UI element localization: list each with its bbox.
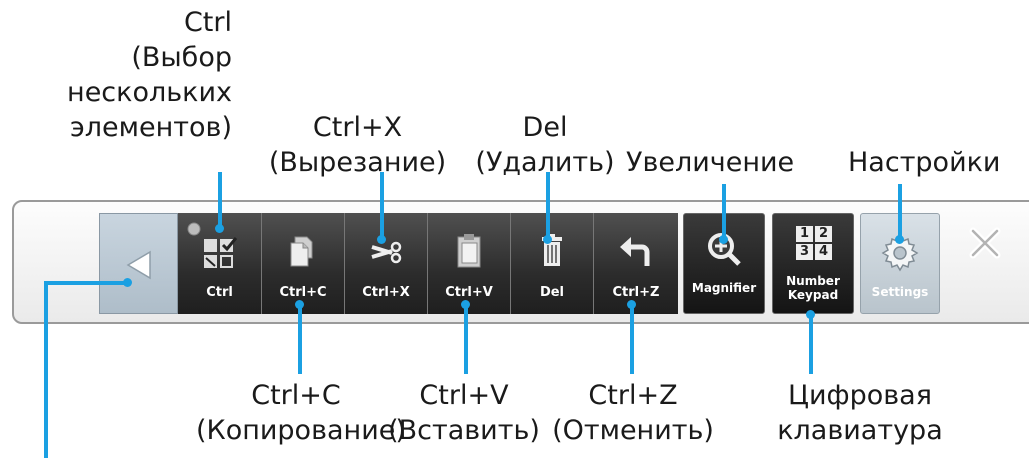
leader-dot-collapse [123, 278, 132, 287]
leader-collapse-horizontal [44, 281, 128, 285]
copy-key-label: Ctrl+C [279, 285, 327, 300]
close-icon[interactable] [968, 226, 1002, 260]
leader-dot-ctrl [215, 224, 224, 233]
scissors-icon [371, 241, 402, 264]
callout-ctrl: Ctrl (Выбор нескольких элементов) [67, 7, 232, 143]
trash-icon [542, 234, 562, 266]
number-keypad-button[interactable]: 1 2 3 4 Number Keypad [772, 213, 854, 314]
leader-ctrl-z [630, 304, 634, 374]
leader-dot-settings [895, 235, 904, 244]
multi-select-icon [203, 237, 237, 268]
leader-del [546, 172, 550, 240]
undo-icon [620, 237, 650, 266]
callout-ctrl-z: Ctrl+Z (Отменить) [552, 380, 714, 446]
undo-key-label: Ctrl+Z [612, 285, 660, 300]
leader-ctrl-c [298, 304, 302, 374]
leader-keypad [809, 314, 813, 374]
delete-key-label: Del [539, 285, 565, 300]
leader-settings [898, 184, 902, 240]
leader-dot-ctrl-x [377, 235, 386, 244]
callout-settings: Настройки [848, 147, 1001, 178]
triangle-left-icon [126, 250, 151, 280]
leader-dot-magnifier [719, 235, 728, 244]
cut-key-label: Ctrl+X [362, 285, 410, 300]
copy-icon [290, 236, 313, 267]
settings-label: Settings [871, 285, 929, 299]
keypad-label-2: Keypad [787, 288, 839, 302]
paste-key[interactable]: Ctrl+V [428, 213, 511, 314]
callout-magnifier: Увеличение [626, 147, 795, 178]
leader-magnifier [722, 184, 726, 240]
copy-key[interactable]: Ctrl+C [262, 213, 345, 314]
keypad-label-1: Number [786, 274, 840, 288]
leader-collapse-vertical [44, 281, 48, 458]
paste-icon [457, 234, 481, 268]
leader-ctrl-v [464, 304, 468, 374]
leader-dot-ctrl-c [295, 300, 304, 309]
callout-del: Del (Удалить) [475, 112, 615, 178]
leader-dot-del [543, 235, 552, 244]
keypad-grid-icon: 1 2 3 4 [796, 226, 832, 260]
leader-ctrl-x [380, 172, 384, 240]
callout-ctrl-v: Ctrl+V (Вставить) [388, 380, 540, 446]
collapse-button[interactable] [99, 213, 178, 314]
ctrl-key-label: Ctrl [206, 285, 233, 300]
delete-key[interactable]: Del [511, 213, 594, 314]
leader-dot-ctrl-z [627, 300, 636, 309]
undo-key[interactable]: Ctrl+Z [594, 213, 678, 314]
callout-ctrl-x: Ctrl+X (Вырезание) [268, 112, 447, 178]
leader-ctrl [218, 172, 222, 228]
leader-dot-ctrl-v [461, 300, 470, 309]
callout-keypad: Цифровая клавиатура [777, 380, 943, 446]
cut-key[interactable]: Ctrl+X [345, 213, 428, 314]
paste-key-label: Ctrl+V [445, 285, 493, 300]
leader-dot-keypad [806, 310, 815, 319]
magnifier-label: Magnifier [691, 281, 757, 295]
